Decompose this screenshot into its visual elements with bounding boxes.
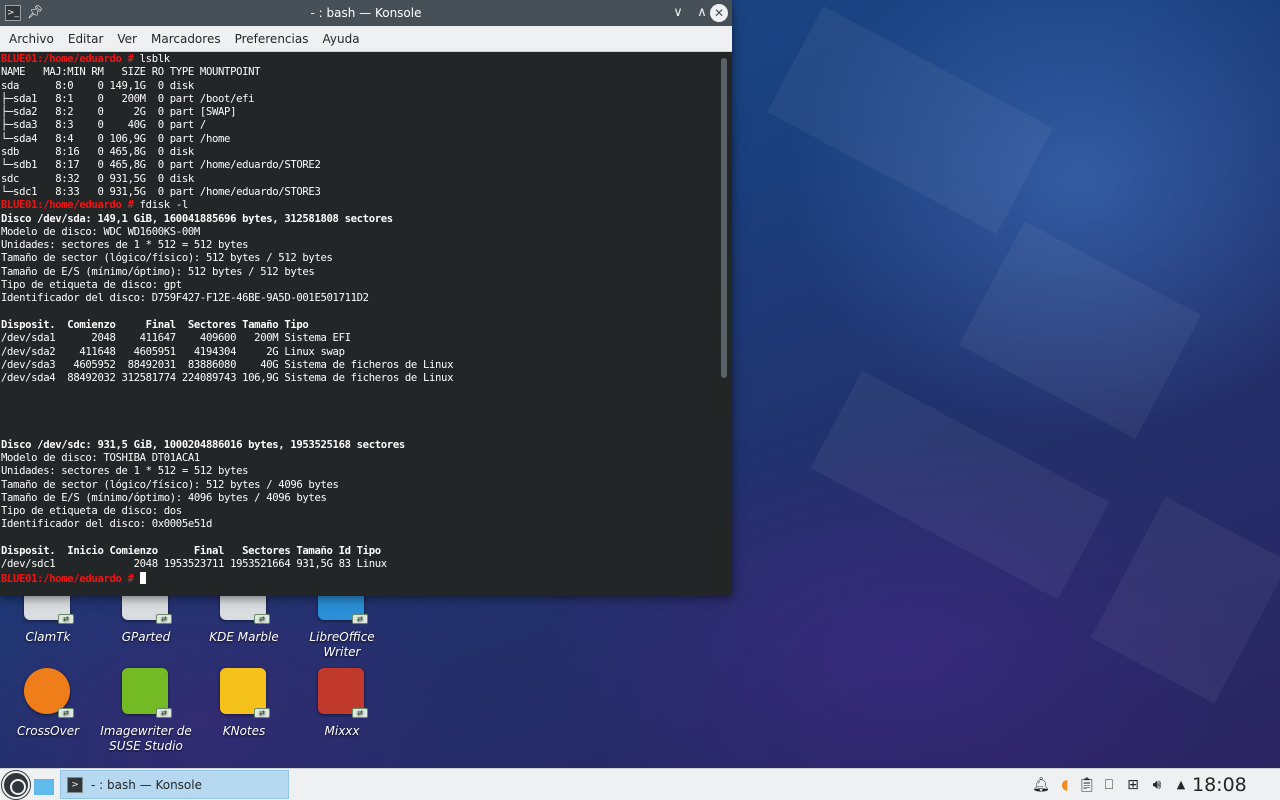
close-button[interactable]: ✕ (710, 4, 728, 22)
desktop-icon[interactable]: ⇄ Imagewriter de SUSE Studio (98, 666, 194, 754)
knotes-icon: ⇄ (218, 666, 270, 718)
terminal-text: BLUE01:/home/eduardo # lsblk NAME MAJ:MIN… (0, 52, 718, 585)
terminal-line: /dev/sdc1 2048 1953523711 1953521664 931… (1, 558, 387, 571)
application-launcher-icon[interactable] (2, 771, 30, 799)
terminal-line: Identificador del disco: D759F427-F12E-4… (1, 292, 369, 305)
terminal-output[interactable]: BLUE01:/home/eduardo # lsblk NAME MAJ:MIN… (0, 52, 718, 596)
terminal-line: Modelo de disco: TOSHIBA DT01ACA1 (1, 451, 200, 464)
task-label: - : bash — Konsole (91, 778, 202, 792)
menu-marcadores[interactable]: Marcadores (144, 26, 228, 52)
terminal-line: /dev/sda4 88492032 312581774 224089743 1… (1, 372, 454, 385)
terminal-line: ├─sda3 8:3 0 40G 0 part / (1, 119, 206, 132)
desktop-icon[interactable]: ⇄ KNotes (196, 666, 292, 739)
desktop-icon-label: KNotes (222, 724, 266, 738)
terminal-line: sdb 8:16 0 465,8G 0 disk (1, 146, 194, 159)
menu-archivo[interactable]: Archivo (2, 26, 61, 52)
shell-command: fdisk -l (133, 199, 189, 212)
menu-preferencias[interactable]: Preferencias (228, 26, 316, 52)
desktop-icon-label: CrossOver (16, 724, 80, 738)
menubar: Archivo Editar Ver Marcadores Preferenci… (0, 26, 732, 52)
terminal-prompt-line: BLUE01:/home/eduardo # (1, 571, 718, 585)
desktop-icon[interactable]: ⇄ CrossOver (0, 666, 96, 739)
scrollbar-thumb[interactable] (721, 58, 727, 378)
desktop-icon-label: GParted (121, 630, 171, 644)
usb-icon[interactable]: ⎕ (1098, 769, 1120, 800)
shell-command: lsblk (133, 53, 171, 65)
terminal-line: Unidades: sectores de 1 * 512 = 512 byte… (1, 465, 249, 478)
wallpaper-facet (767, 5, 1053, 235)
volume-icon[interactable]: 🔊︎ (1146, 769, 1168, 800)
terminal-line: └─sdc1 8:33 0 931,5G 0 part /home/eduard… (1, 185, 321, 198)
menu-editar[interactable]: Editar (61, 26, 111, 52)
mixxx-icon: ⇄ (316, 666, 368, 718)
show-desktop-icon[interactable] (34, 773, 56, 797)
redshift-icon[interactable]: ◖ (1054, 769, 1076, 800)
clock[interactable]: 18:08 (1192, 769, 1247, 800)
terminal-line: Disposit. Comienzo Final Sectores Tamaño… (1, 318, 309, 331)
task-konsole[interactable]: > - : bash — Konsole (60, 770, 289, 799)
terminal-line: └─sda4 8:4 0 106,9G 0 part /home (1, 132, 231, 145)
desktop-icon-label: LibreOffice Writer (309, 630, 375, 659)
wallpaper-facet (1090, 496, 1280, 704)
terminal-line: Tipo de etiqueta de disco: dos (1, 505, 182, 518)
terminal-line: NAME MAJ:MIN RM SIZE RO TYPE MOUNTPOINT (1, 66, 261, 79)
terminal-line: Tamaño de E/S (mínimo/óptimo): 512 bytes… (1, 265, 315, 278)
terminal-line: Tipo de etiqueta de disco: gpt (1, 279, 182, 292)
titlebar[interactable]: >_ 📌︎ - : bash — Konsole ∨ ∧ ✕ (0, 0, 732, 26)
terminal-line: /dev/sda3 4605952 88492031 83886080 40G … (1, 358, 454, 371)
terminal-line: /dev/sda2 411648 4605951 4194304 2G Linu… (1, 345, 345, 358)
terminal-scrollbar[interactable] (718, 52, 732, 596)
terminal-line: Tamaño de sector (lógico/físico): 512 by… (1, 478, 339, 491)
shell-prompt: BLUE01:/home/eduardo # (1, 53, 134, 65)
window-title: - : bash — Konsole (310, 6, 422, 20)
terminal-line: Disposit. Inicio Comienzo Final Sectores… (1, 544, 381, 557)
taskbar: > - : bash — Konsole 🔔︎ ◖ 📋︎ ⎕ ⊞ 🔊︎ ▲ 18… (0, 768, 1280, 800)
terminal-line: ├─sda2 8:2 0 2G 0 part [SWAP] (1, 106, 237, 119)
menu-ayuda[interactable]: Ayuda (315, 26, 366, 52)
terminal-prompt-line: BLUE01:/home/eduardo # fdisk -l (1, 199, 718, 212)
menu-ver[interactable]: Ver (110, 26, 144, 52)
crossover-icon: ⇄ (22, 666, 74, 718)
maximize-button[interactable]: ∧ (692, 3, 712, 23)
terminal-line: Identificador del disco: 0x0005e51d (1, 518, 212, 531)
shell-prompt: BLUE01:/home/eduardo # (1, 572, 134, 585)
shell-prompt: BLUE01:/home/eduardo # (1, 199, 134, 212)
expand-tray-icon[interactable]: ▲ (1170, 769, 1192, 800)
terminal-line: sdc 8:32 0 931,5G 0 disk (1, 172, 194, 185)
desktop-icon[interactable]: ⇄ Mixxx (294, 666, 390, 739)
terminal-line: Disco /dev/sda: 149,1 GiB, 160041885696 … (1, 212, 393, 225)
terminal-line: Unidades: sectores de 1 * 512 = 512 byte… (1, 239, 249, 252)
terminal-line: Modelo de disco: WDC WD1600KS-00M (1, 225, 200, 238)
network-icon[interactable]: ⊞ (1122, 769, 1144, 800)
desktop-icon-label: ClamTk (25, 630, 71, 644)
terminal-line: Tamaño de E/S (mínimo/óptimo): 4096 byte… (1, 491, 327, 504)
terminal-line: └─sdb1 8:17 0 465,8G 0 part /home/eduard… (1, 159, 321, 172)
terminal-line: /dev/sda1 2048 411647 409600 200M Sistem… (1, 332, 351, 345)
wallpaper-facet (958, 221, 1202, 439)
notifications-icon[interactable]: 🔔︎ (1030, 769, 1052, 800)
wallpaper-facet (810, 370, 1110, 600)
terminal-line: sda 8:0 0 149,1G 0 disk (1, 79, 194, 92)
desktop-icon-label: Mixxx (324, 724, 360, 738)
terminal-line: Disco /dev/sdc: 931,5 GiB, 1000204886016… (1, 438, 405, 451)
terminal-cursor (139, 571, 146, 584)
desktop-icon-label: Imagewriter de SUSE Studio (100, 724, 192, 753)
terminal-line: ├─sda1 8:1 0 200M 0 part /boot/efi (1, 92, 255, 105)
konsole-task-icon: > (67, 777, 83, 793)
imagewriter-icon: ⇄ (120, 666, 172, 718)
clipboard-icon[interactable]: 📋︎ (1076, 769, 1098, 800)
terminal-line: Tamaño de sector (lógico/físico): 512 by… (1, 252, 333, 265)
minimize-button[interactable]: ∨ (668, 3, 688, 23)
desktop-icon-label: KDE Marble (209, 630, 279, 644)
konsole-window[interactable]: >_ 📌︎ - : bash — Konsole ∨ ∧ ✕ Archivo E… (0, 0, 732, 596)
terminal-prompt-line: BLUE01:/home/eduardo # lsblk (1, 53, 718, 66)
